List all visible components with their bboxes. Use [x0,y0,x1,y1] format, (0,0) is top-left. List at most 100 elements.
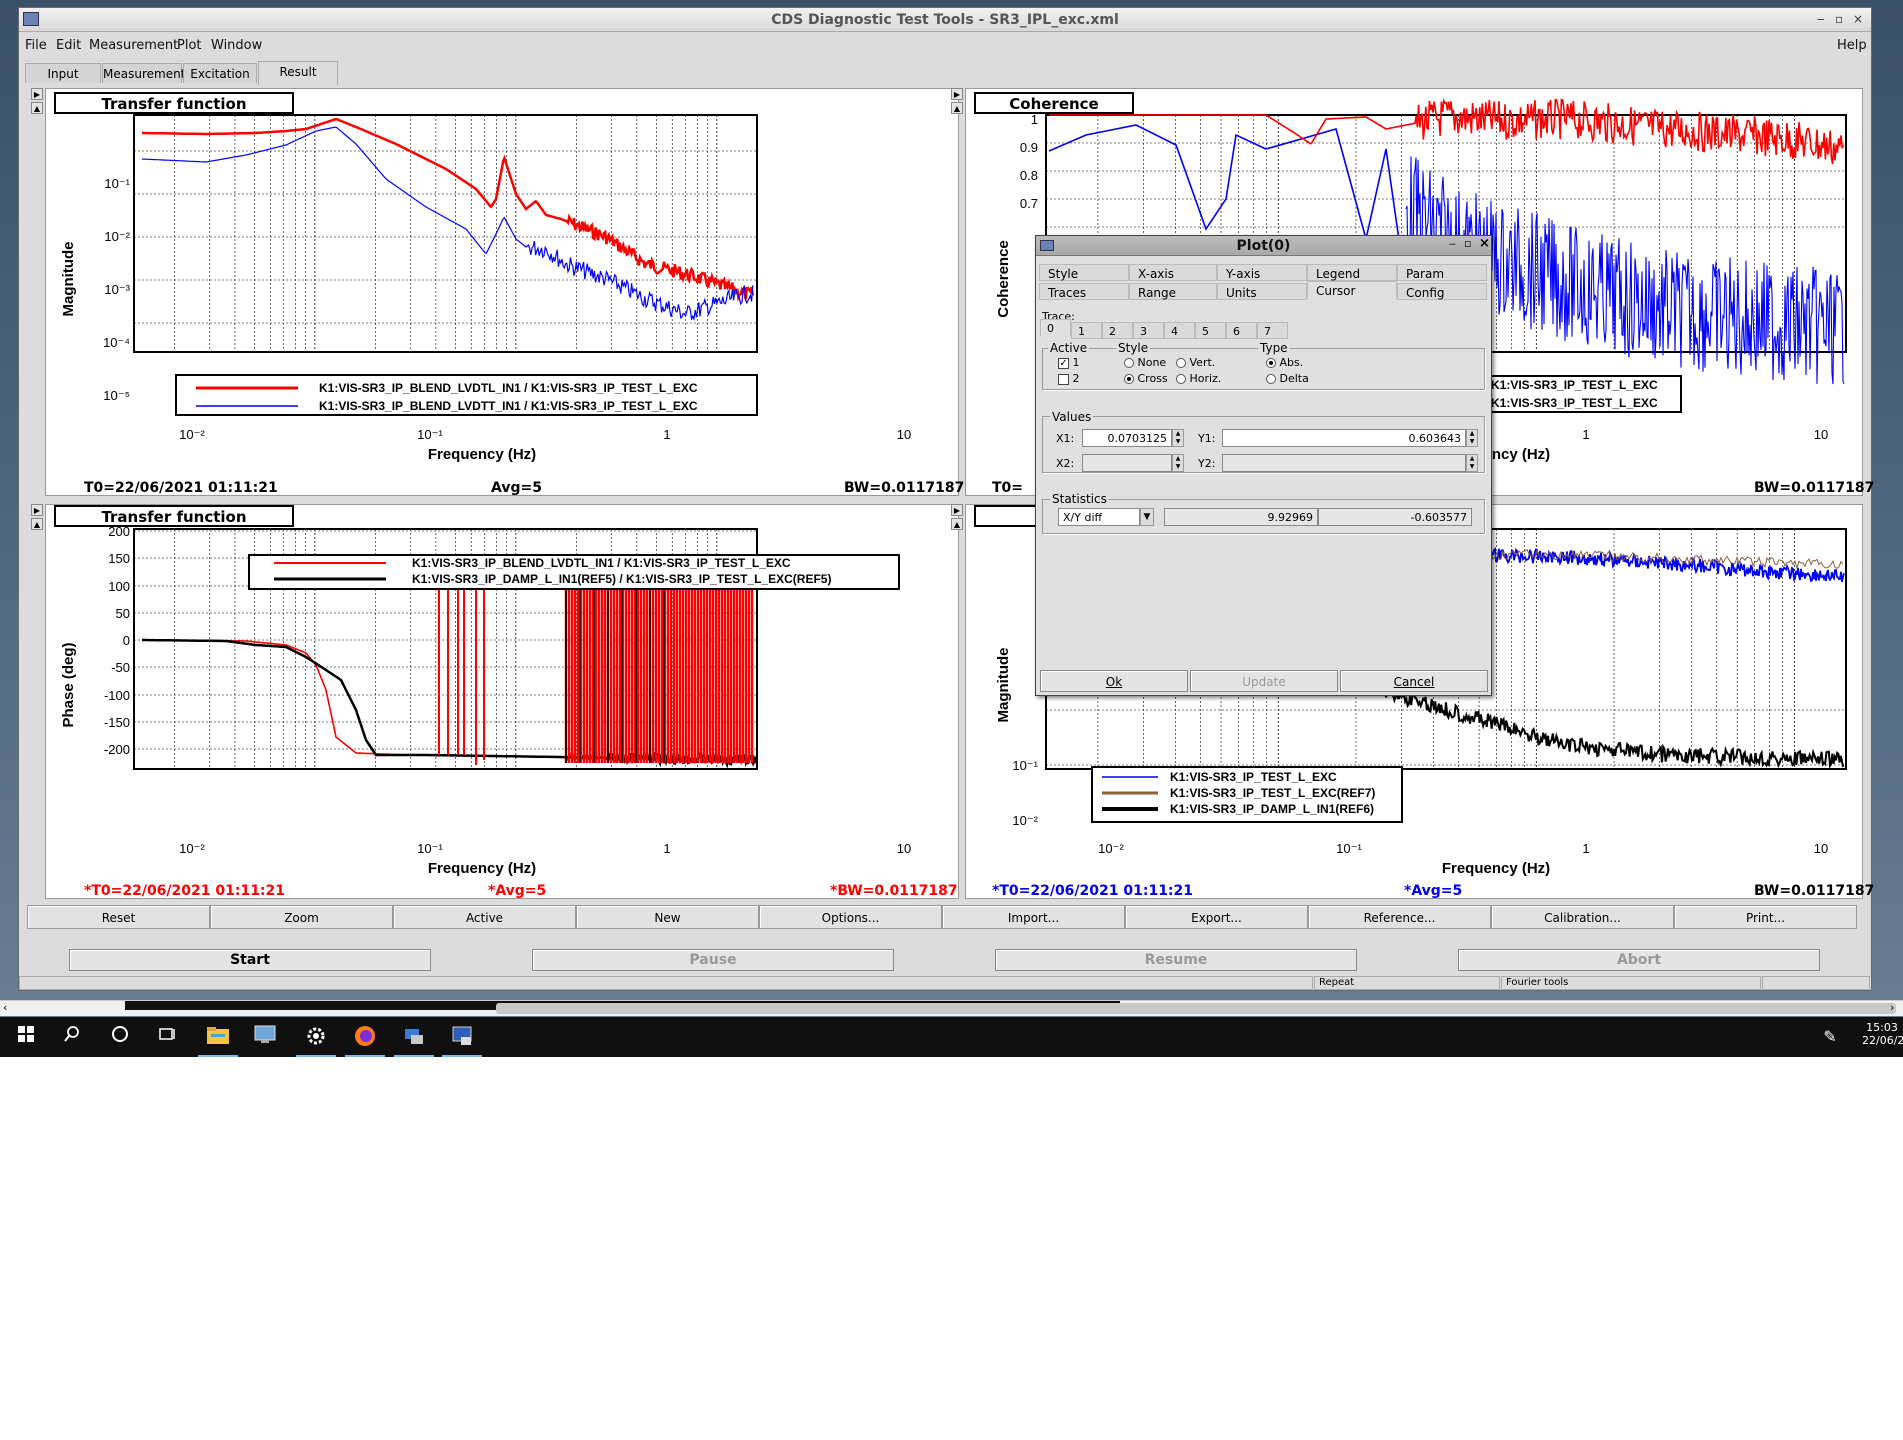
trace-tab-1[interactable]: 1 [1071,322,1102,339]
radio-icon[interactable] [1176,358,1186,368]
menu-help[interactable]: Help [1837,38,1867,53]
menu-file[interactable]: File [25,38,47,53]
settings-gear-icon[interactable] [296,1025,336,1057]
abort-button[interactable]: Abort [1458,949,1820,971]
remote-desktop-icon[interactable] [254,1025,278,1049]
cancel-button[interactable]: Cancel [1340,670,1488,692]
checkbox-checked[interactable]: ✓ [1058,357,1069,369]
trace-tab-4[interactable]: 4 [1164,322,1195,339]
maximize-icon[interactable]: ▫ [1464,237,1471,250]
options-button[interactable]: Options... [759,905,942,929]
trace-tab-7[interactable]: 7 [1257,322,1288,339]
print-button[interactable]: Print... [1674,905,1857,929]
expand-icon[interactable]: ▶ [951,504,963,516]
trace-tab-6[interactable]: 6 [1226,322,1257,339]
tab-result[interactable]: Result [258,61,338,85]
collapse-icon[interactable]: ▲ [951,518,963,530]
file-explorer-icon[interactable] [198,1025,238,1057]
clock[interactable]: 15:03 22/06/20 [1862,1021,1903,1047]
search-icon[interactable] [60,1025,84,1049]
maximize-icon[interactable]: ▫ [1835,12,1843,26]
firefox-icon[interactable] [345,1025,385,1057]
type-delta-radio[interactable]: Delta [1266,372,1309,385]
cortana-icon[interactable] [108,1025,132,1049]
tab-measurement[interactable]: Measurement [102,63,185,83]
y2-spinner[interactable]: ▲ ▼ [1466,454,1478,472]
task-view-icon[interactable] [155,1025,179,1049]
update-button[interactable]: Update [1190,670,1338,692]
dialog-tab-units[interactable]: Units [1217,283,1307,300]
expand-icon[interactable]: ▶ [31,504,43,516]
menu-plot[interactable]: Plot [177,38,202,53]
reset-button[interactable]: Reset [27,905,210,929]
status-resize-grip[interactable] [1762,976,1870,990]
radio-icon[interactable] [1176,374,1186,384]
windows-start-icon[interactable] [14,1025,38,1049]
calibration-button[interactable]: Calibration... [1491,905,1674,929]
radio-icon[interactable] [1266,374,1276,384]
collapse-icon[interactable]: ▲ [951,102,963,114]
terminal-app-icon[interactable] [442,1025,482,1057]
menu-edit[interactable]: Edit [56,38,81,53]
x1-field[interactable]: 0.0703125 [1082,429,1172,447]
dialog-tab-yaxis[interactable]: Y-axis [1217,264,1307,281]
resume-button[interactable]: Resume [995,949,1357,971]
minimize-icon[interactable]: ‒ [1449,237,1456,250]
network-app-icon[interactable] [394,1025,434,1057]
dialog-tab-xaxis[interactable]: X-axis [1129,264,1217,281]
dialog-tab-legend[interactable]: Legend [1307,264,1397,281]
radio-selected-icon[interactable] [1124,374,1134,384]
x2-spinner[interactable]: ▲ ▼ [1172,454,1184,472]
horizontal-scrollbar[interactable]: ‹ › [0,1000,1903,1016]
style-horiz-radio[interactable]: Horiz. [1176,372,1221,385]
active-button[interactable]: Active [393,905,576,929]
menu-measurement[interactable]: Measurement [89,38,178,53]
dialog-tab-config[interactable]: Config [1397,283,1487,300]
transfer-function-magnitude-plot[interactable]: Magnitude Frequency (Hz) 10⁻¹ 10⁻² 10⁻³ … [46,89,960,497]
expand-icon[interactable]: ▶ [951,88,963,100]
radio-selected-icon[interactable] [1266,358,1276,368]
trace-tab-0[interactable]: 0 [1040,319,1071,336]
dialog-title-bar[interactable]: Plot(0) ‒ ▫ × [1036,236,1491,256]
import-button[interactable]: Import... [942,905,1125,929]
trace-tab-3[interactable]: 3 [1133,322,1164,339]
collapse-icon[interactable]: ▲ [31,518,43,530]
transfer-function-phase-plot[interactable]: Phase (deg) Frequency (Hz) 200 150 100 50 0 -… [46,505,960,900]
dialog-tab-style[interactable]: Style [1039,264,1129,281]
style-vert-radio[interactable]: Vert. [1176,356,1215,369]
dialog-tab-range[interactable]: Range [1129,283,1217,300]
close-icon[interactable]: × [1479,236,1490,251]
minimize-icon[interactable]: ‒ [1817,12,1825,26]
active-trace-2-checkbox[interactable]: 2 [1058,372,1080,385]
expand-icon[interactable]: ▶ [31,88,43,100]
chevron-down-icon[interactable]: ▼ [1140,508,1154,526]
dialog-tab-traces[interactable]: Traces [1039,283,1129,300]
plot-pane-3[interactable]: Transfer function Phase (deg) Frequency … [45,504,959,899]
y1-field[interactable]: 0.603643 [1222,429,1466,447]
collapse-icon[interactable]: ▲ [31,102,43,114]
ok-button[interactable]: Ok [1040,670,1188,692]
checkbox-unchecked[interactable] [1058,373,1069,385]
scrollbar-thumb[interactable] [496,1003,1896,1014]
dialog-tab-cursor[interactable]: Cursor [1307,281,1397,298]
trace-tab-5[interactable]: 5 [1195,322,1226,339]
zoom-button[interactable]: Zoom [210,905,393,929]
scroll-right-icon[interactable]: › [1890,1001,1894,1014]
x1-spinner[interactable]: ▲ ▼ [1172,429,1184,447]
type-abs-radio[interactable]: Abs. [1266,356,1303,369]
active-trace-1-checkbox[interactable]: ✓ 1 [1058,356,1080,369]
tab-excitation[interactable]: Excitation [183,63,257,83]
dialog-tab-param[interactable]: Param [1397,264,1487,281]
plot-pane-1[interactable]: Transfer function Magnitude Frequency (H… [45,88,964,497]
statistics-mode-select[interactable]: X/Y diff [1058,508,1140,526]
reference-button[interactable]: Reference... [1308,905,1491,929]
menu-window[interactable]: Window [211,38,262,53]
new-button[interactable]: New [576,905,759,929]
y1-spinner[interactable]: ▲ ▼ [1466,429,1478,447]
start-button[interactable]: Start [69,949,431,971]
pen-input-icon[interactable]: ✎ [1818,1025,1842,1049]
radio-icon[interactable] [1124,358,1134,368]
export-button[interactable]: Export... [1125,905,1308,929]
y2-field[interactable] [1222,454,1466,472]
close-icon[interactable]: × [1853,12,1863,26]
